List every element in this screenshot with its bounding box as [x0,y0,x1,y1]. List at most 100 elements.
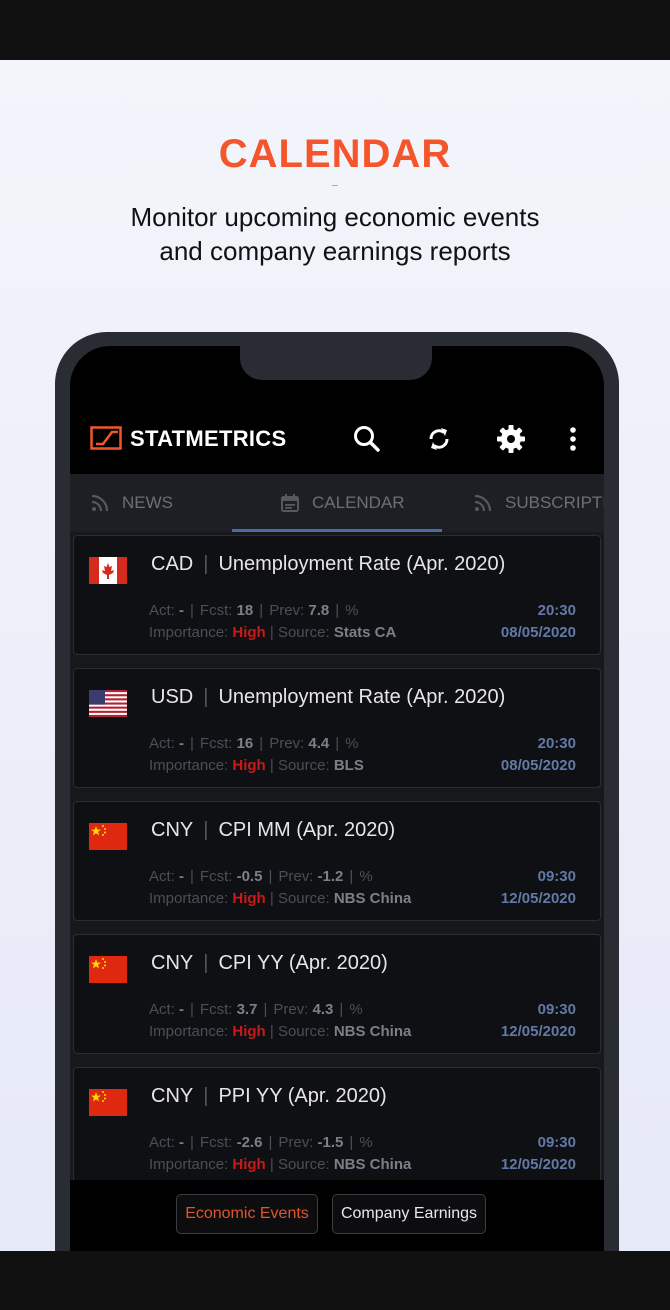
search-button[interactable] [350,422,384,456]
previous-value: 7.8 [308,602,330,619]
phone-notch [240,346,432,380]
event-values: Act: - | Fcst: -2.6 | Prev: -1.5 |% [149,1134,373,1151]
event-title: CPI YY (Apr. 2020) [218,952,388,974]
overflow-menu-button[interactable] [556,422,590,456]
event-card[interactable]: CNY | PPI YY (Apr. 2020) Act: - | Fcst: -2.6… [73,1067,601,1180]
event-values: Act: - | Fcst: -0.5 | Prev: -1.2 |% [149,868,373,885]
event-currency: USD [151,686,194,708]
event-title: CPI MM (Apr. 2020) [218,819,396,841]
forecast-value: 3.7 [236,1001,258,1018]
forecast-value: 18 [236,602,254,619]
event-time: 09:30 [537,1001,576,1018]
event-title: Unemployment Rate (Apr. 2020) [218,553,506,575]
statmetrics-logo-icon [90,426,122,450]
tab-calendar[interactable]: CALENDAR [280,474,405,532]
event-currency: CNY [151,1085,194,1107]
previous-value: -1.5 [317,1134,344,1151]
subtitle-line-1: Monitor upcoming economic events [130,202,540,232]
importance-level: High [232,890,266,907]
phone-frame: STATMETRICS NEWS CALENDAR SUBSCRIPT CAD … [55,332,619,1251]
event-currency: CAD [151,553,194,575]
promo-panel: CALENDAR Monitor upcoming economic event… [0,60,670,1251]
rss-icon [474,494,492,512]
phone-screen: STATMETRICS NEWS CALENDAR SUBSCRIPT CAD … [70,346,604,1251]
event-importance-source: Importance: High | Source: NBS China [149,1023,412,1040]
china-flag-icon [89,823,127,850]
event-card[interactable]: CAD | Unemployment Rate (Apr. 2020) Act: -… [73,535,601,655]
event-time: 20:30 [537,735,576,752]
event-time: 20:30 [537,602,576,619]
event-title: PPI YY (Apr. 2020) [218,1085,387,1107]
subtitle-line-2: and company earnings reports [159,236,511,266]
calendar-filter-bar: Economic Events Company Earnings [70,1180,604,1251]
page-subtitle: Monitor upcoming economic events and com… [0,200,670,268]
app-brand: STATMETRICS [130,426,287,451]
event-date: 12/05/2020 [500,1156,576,1173]
event-date: 12/05/2020 [500,890,576,907]
china-flag-icon [89,1089,127,1116]
gear-icon [497,425,525,453]
tab-subscriptions[interactable]: SUBSCRIPTIC [473,474,604,532]
event-importance-source: Importance: High | Source: Stats CA [149,624,397,641]
actual-value: - [179,1134,185,1151]
settings-button[interactable] [494,422,528,456]
event-currency: CNY [151,952,194,974]
event-list[interactable]: CAD | Unemployment Rate (Apr. 2020) Act: -… [70,532,604,1180]
importance-level: High [232,1023,266,1040]
tab-calendar-label: CALENDAR [312,493,405,512]
event-source: NBS China [333,1023,412,1040]
event-source: NBS China [333,1156,412,1173]
event-card[interactable]: USD | Unemployment Rate (Apr. 2020) Act: -… [73,668,601,788]
event-source: NBS China [333,890,412,907]
event-source: BLS [333,757,364,774]
actual-value: - [179,602,185,619]
canada-flag-icon [89,557,127,584]
event-time: 09:30 [537,868,576,885]
calendar-icon [281,494,299,512]
event-title: Unemployment Rate (Apr. 2020) [218,686,506,708]
previous-value: 4.4 [308,735,330,752]
event-headline: CNY | CPI YY (Apr. 2020) [151,952,388,974]
event-card[interactable]: CNY | CPI MM (Apr. 2020) Act: - | Fcst: -0.5… [73,801,601,921]
economic-events-button[interactable]: Economic Events [176,1194,318,1234]
event-currency: CNY [151,819,194,841]
previous-value: 4.3 [312,1001,334,1018]
event-importance-source: Importance: High | Source: NBS China [149,890,412,907]
event-values: Act: - | Fcst: 18 | Prev: 7.8 |% [149,602,359,619]
unit: % [359,868,373,885]
forecast-value: 16 [236,735,254,752]
navigation-bar-bottom [0,1251,670,1310]
tab-bar: NEWS CALENDAR SUBSCRIPT [70,474,604,532]
search-icon [354,426,380,452]
tab-news[interactable]: NEWS [90,474,173,532]
event-importance-source: Importance: High | Source: NBS China [149,1156,412,1173]
event-headline: USD | Unemployment Rate (Apr. 2020) [151,686,506,708]
unit: % [359,1134,373,1151]
actual-value: - [179,735,185,752]
status-bar-top [0,0,670,60]
title-divider [332,185,338,186]
unit: % [345,735,359,752]
event-date: 12/05/2020 [500,1023,576,1040]
event-card[interactable]: CNY | CPI YY (Apr. 2020) Act: - | Fcst: 3.7 |… [73,934,601,1054]
importance-level: High [232,1156,266,1173]
app-toolbar: STATMETRICS [70,406,604,472]
event-date: 08/05/2020 [500,624,576,641]
page-title: CALENDAR [218,132,452,176]
refresh-button[interactable] [422,422,456,456]
event-date: 08/05/2020 [500,757,576,774]
unit: % [345,602,359,619]
refresh-icon [429,428,449,450]
actual-value: - [179,1001,185,1018]
event-headline: CNY | PPI YY (Apr. 2020) [151,1085,387,1107]
company-earnings-button[interactable]: Company Earnings [332,1194,486,1234]
event-headline: CAD | Unemployment Rate (Apr. 2020) [151,553,506,575]
event-values: Act: - | Fcst: 16 | Prev: 4.4 |% [149,735,359,752]
event-time: 09:30 [537,1134,576,1151]
importance-level: High [232,624,266,641]
tab-subscriptions-label: SUBSCRIPTIC [505,493,604,512]
event-values: Act: - | Fcst: 3.7 | Prev: 4.3 |% [149,1001,363,1018]
china-flag-icon [89,956,127,983]
more-vertical-icon [570,427,576,451]
event-headline: CNY | CPI MM (Apr. 2020) [151,819,396,841]
